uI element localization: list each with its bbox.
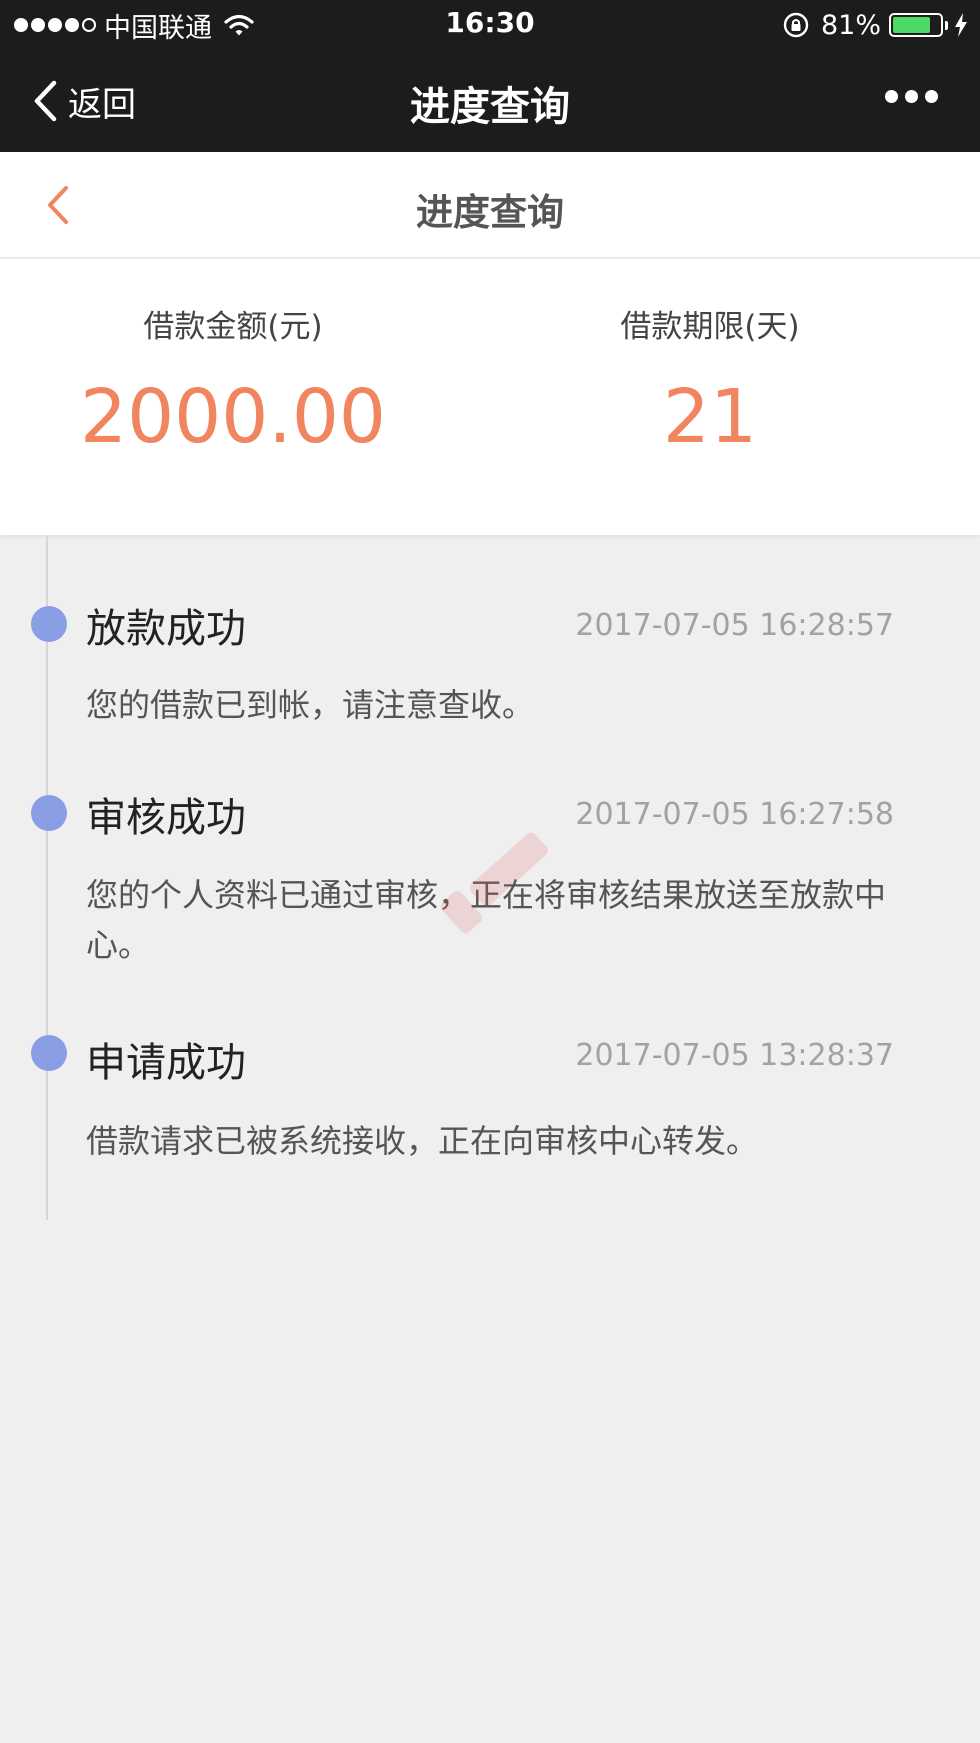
rotation-lock-icon (783, 12, 809, 38)
timeline-title: 申请成功 (86, 1040, 246, 1086)
timeline-dot-icon (31, 606, 67, 642)
timeline-time: 2017-07-05 13:28:37 (575, 1038, 894, 1073)
status-right: 81% (783, 8, 968, 42)
loan-summary: 借款金额(元) 2000.00 借款期限(天) 21 (0, 259, 980, 535)
loan-amount-label: 借款金额(元) (143, 309, 323, 345)
nav-title: 进度查询 (410, 84, 570, 130)
timeline-title: 审核成功 (86, 795, 246, 841)
timeline-time: 2017-07-05 16:27:58 (575, 797, 894, 832)
battery-icon (889, 13, 948, 37)
loan-amount: 借款金额(元) 2000.00 (0, 301, 490, 460)
nav-bar: 返回 进度查询 (0, 50, 980, 152)
status-bar: 中国联通 16:30 81% (0, 0, 980, 50)
battery-percent: 81% (820, 9, 881, 41)
timeline-time: 2017-07-05 16:28:57 (575, 608, 894, 643)
timeline-description: 借款请求已被系统接收，正在向审核中心转发。 (86, 1122, 759, 1160)
page-title: 进度查询 (416, 191, 564, 234)
loan-amount-value: 2000.00 (79, 374, 386, 460)
page-header: 进度查询 (0, 152, 980, 258)
timeline-title: 放款成功 (86, 606, 246, 652)
charging-bolt-icon (955, 13, 967, 37)
loan-term-label: 借款期限(天) (620, 309, 800, 345)
more-dots-icon[interactable] (885, 90, 938, 103)
timeline-dot-icon (31, 1035, 67, 1071)
timeline-description: 您的借款已到帐，请注意查收。 (86, 686, 535, 724)
timeline-dot-icon (31, 795, 67, 831)
loan-term-value: 21 (662, 374, 758, 460)
loan-term: 借款期限(天) 21 (490, 301, 980, 460)
